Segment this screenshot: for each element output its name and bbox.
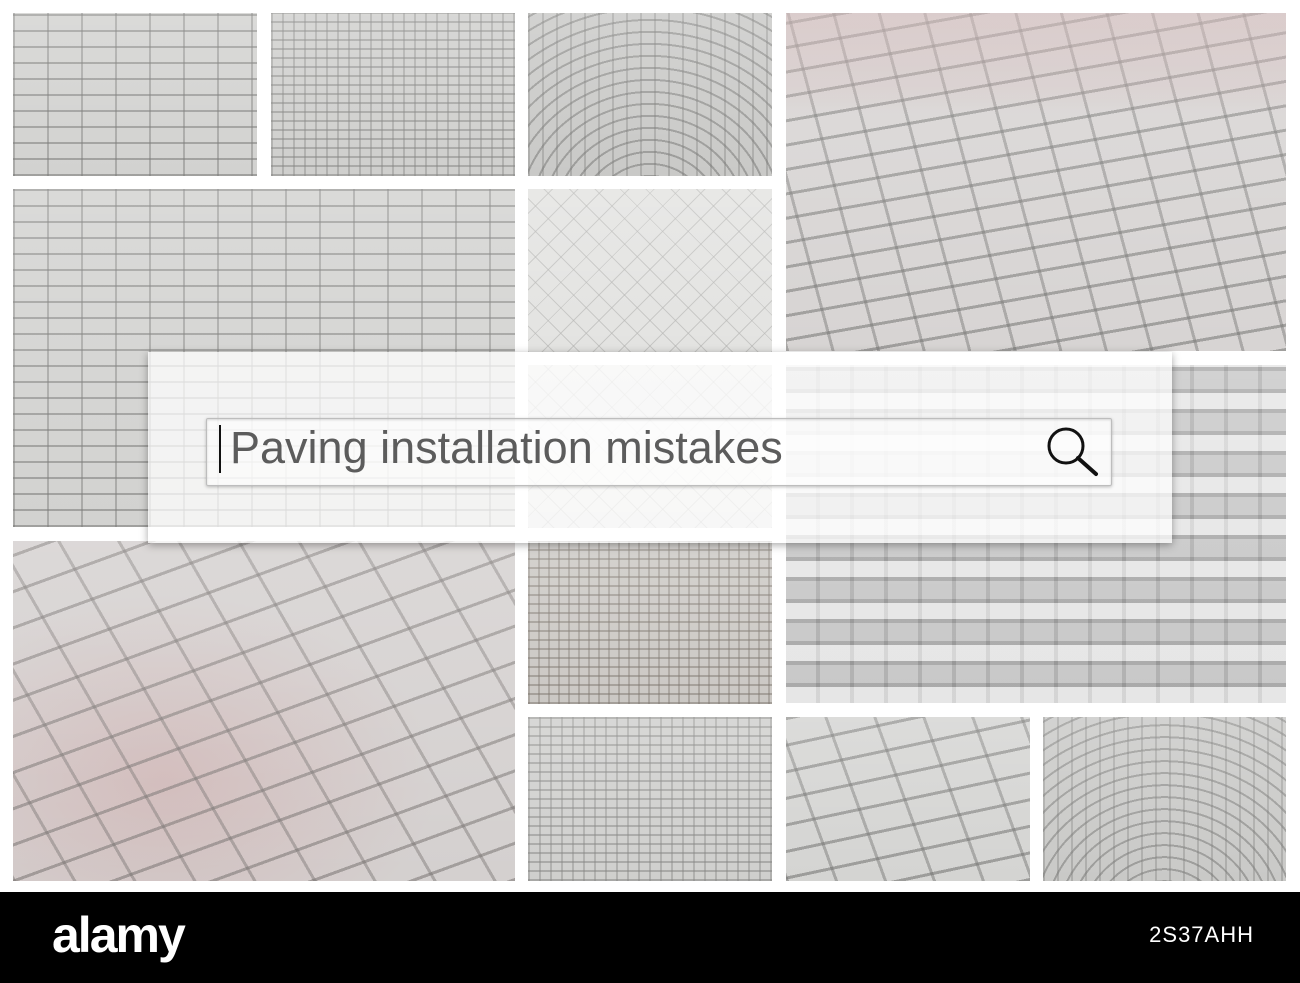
photo-tile-pink-block-paving <box>13 541 515 881</box>
photo-tile-diamond-tiles <box>528 189 772 352</box>
image-id: 2S37AHH <box>1149 922 1254 947</box>
text-cursor <box>219 425 221 473</box>
search-query-text: Paving installation mistakes <box>230 422 783 473</box>
photo-tile-brick-paving <box>13 13 257 176</box>
photo-tile-curved-paving <box>1043 717 1286 881</box>
alamy-logo: alamy <box>52 907 186 963</box>
search-icon[interactable] <box>1040 420 1104 480</box>
stock-footer-bar <box>0 892 1300 983</box>
photo-tile-fan-cobblestone <box>528 13 772 176</box>
photo-tile-brick-perspective <box>786 13 1286 351</box>
photo-tile-small-cobblestone <box>528 717 772 881</box>
photo-tile-warm-cobblestone <box>528 541 772 704</box>
photo-tile-cobblestone <box>271 13 515 176</box>
photo-tile-rounded-brick <box>786 717 1030 881</box>
